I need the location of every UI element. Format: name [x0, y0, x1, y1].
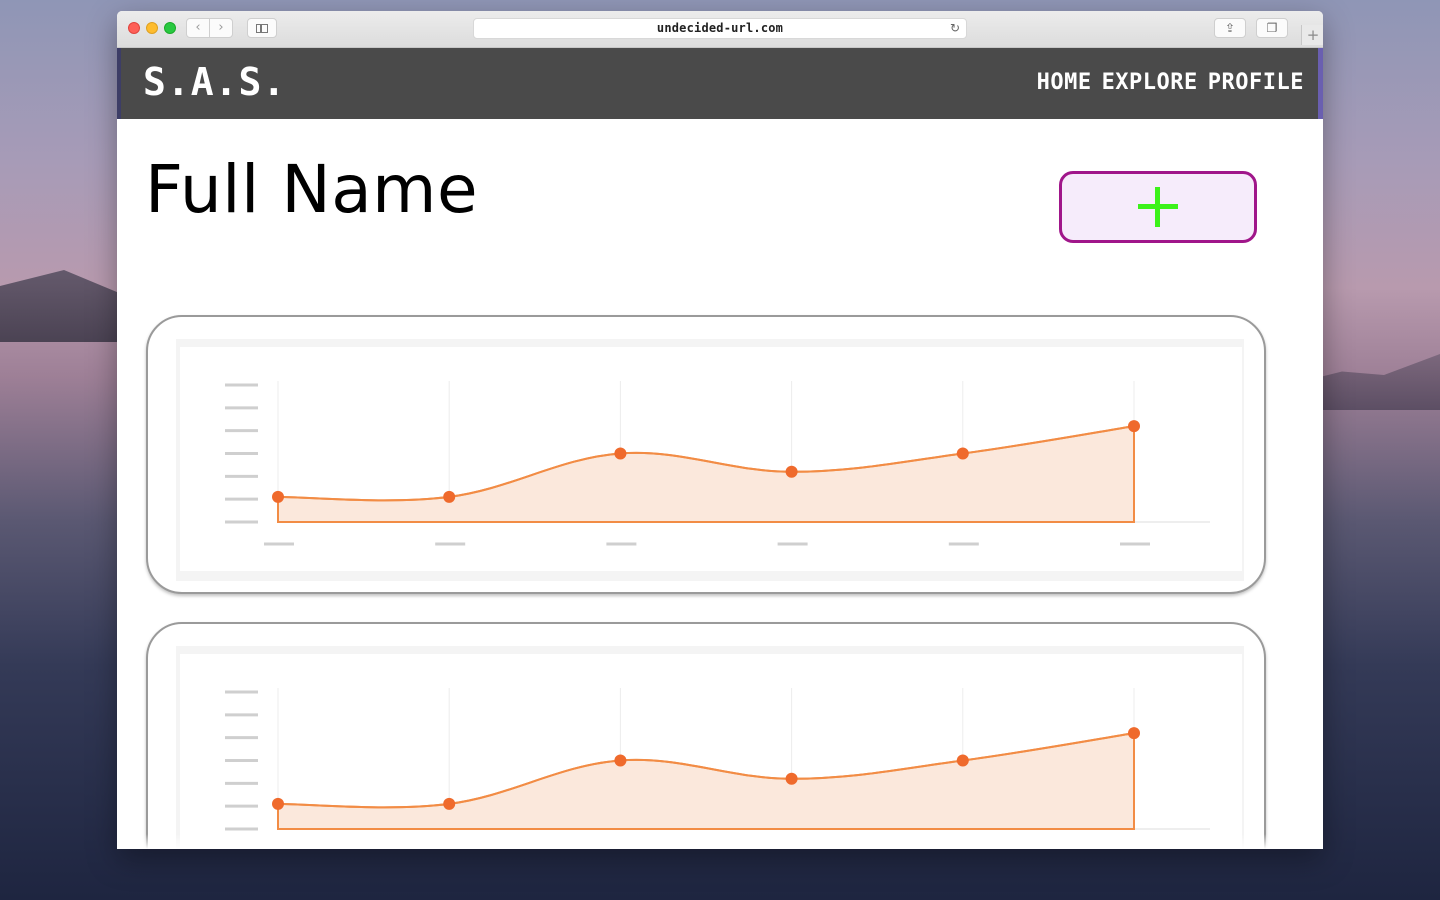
nav-explore-link[interactable]: EXPLORE [1102, 70, 1198, 95]
show-tabs-button[interactable]: ❐ [1256, 18, 1288, 38]
plus-icon [1138, 187, 1178, 227]
data-point [272, 490, 284, 503]
chart-card [146, 315, 1266, 594]
data-point [1128, 727, 1140, 740]
forward-button[interactable]: › [209, 18, 233, 38]
add-button[interactable] [1059, 171, 1257, 243]
chart-area [180, 654, 1242, 849]
minimize-window-button[interactable] [146, 22, 158, 34]
chevron-right-icon: › [218, 20, 224, 35]
data-point [443, 490, 456, 503]
zoom-window-button[interactable] [164, 22, 176, 34]
browser-window: ‹ › undecided-url.com ↻ ⇪ ❐ + S.A.S. HOM… [117, 11, 1323, 849]
chart-area [180, 347, 1242, 571]
data-point [272, 797, 284, 810]
sidebar-toggle-button[interactable] [247, 18, 277, 38]
chart-card [146, 622, 1266, 849]
url-text: undecided-url.com [656, 21, 784, 35]
data-point [785, 465, 798, 478]
data-point [1128, 420, 1140, 433]
reload-icon[interactable]: ↻ [950, 21, 960, 35]
main-nav: HOME EXPLORE PROFILE [1037, 70, 1304, 95]
address-bar[interactable]: undecided-url.com ↻ [473, 18, 967, 39]
new-tab-button[interactable]: + [1301, 25, 1323, 45]
area-chart [225, 381, 1210, 546]
site-logo[interactable]: S.A.S. [143, 60, 286, 104]
data-point [614, 447, 627, 460]
data-point [956, 447, 969, 460]
area-chart [225, 688, 1210, 831]
back-button[interactable]: ‹ [186, 18, 210, 38]
share-icon: ⇪ [1224, 21, 1236, 35]
site-header: S.A.S. HOME EXPLORE PROFILE [117, 48, 1323, 119]
tabs-icon: ❐ [1266, 21, 1278, 35]
chart-frame [176, 339, 1244, 581]
nav-profile-link[interactable]: PROFILE [1208, 70, 1304, 95]
profile-name: Full Name [145, 151, 479, 228]
chart-frame [176, 646, 1244, 849]
sidebar-icon [256, 24, 268, 33]
data-point [614, 754, 627, 767]
close-window-button[interactable] [128, 22, 140, 34]
data-point [956, 754, 969, 767]
share-button[interactable]: ⇪ [1214, 18, 1246, 38]
browser-toolbar: ‹ › undecided-url.com ↻ ⇪ ❐ + [117, 11, 1323, 48]
data-point [785, 772, 798, 785]
data-point [443, 797, 456, 810]
series-area [277, 424, 1135, 523]
series-area [277, 731, 1135, 830]
nav-home-link[interactable]: HOME [1037, 70, 1092, 95]
chevron-left-icon: ‹ [195, 20, 201, 35]
window-bottom-edge [117, 834, 1323, 849]
